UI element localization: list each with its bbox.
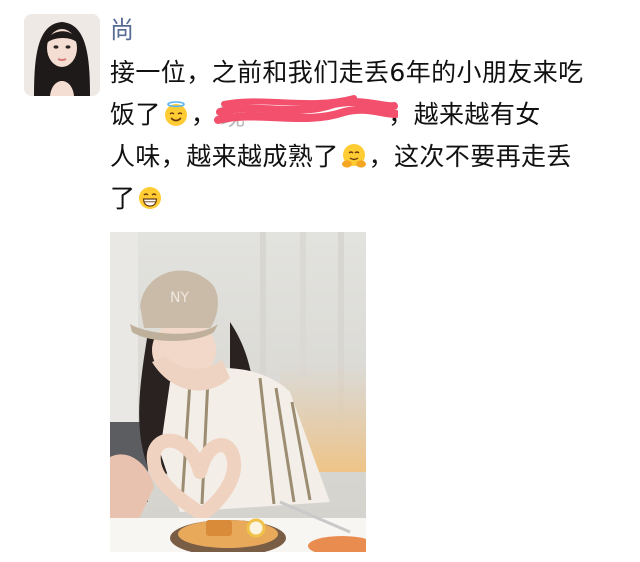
post-text-line-2: 饭了 ， 现 ，越来越有女 — [110, 94, 620, 136]
post-text-line-1: 接一位，之前和我们走丢6年的小朋友来吃 — [110, 52, 620, 94]
hugging-face-icon — [341, 144, 366, 168]
author-name[interactable]: 尚 — [110, 18, 134, 42]
post-text-segment: ， — [190, 100, 217, 129]
post-text: 接一位，之前和我们走丢6年的小朋友来吃 饭了 ， 现 ，越来越有女 人味，越来越… — [110, 52, 620, 220]
post-text-segment: ，这次不要再走丢 — [368, 142, 572, 171]
post-text-segment: 饭了 — [110, 100, 161, 129]
post-photo[interactable]: NY — [110, 232, 366, 552]
post-text-segment: 接一位，之前和我们走丢6年的小朋友来吃 — [110, 58, 584, 87]
post-text-segment: 了 — [110, 184, 136, 213]
avatar[interactable] — [24, 14, 100, 96]
post-text-line-4: 了 — [110, 178, 620, 220]
moments-post: 尚 接一位，之前和我们走丢6年的小朋友来吃 饭了 ， 现 ，越来越有女 人味，越… — [0, 0, 640, 562]
redacted-text: 现 — [214, 95, 399, 131]
avatar-portrait-icon — [24, 14, 100, 96]
post-text-segment: 人味，越来越成熟了 — [110, 142, 339, 171]
post-photo-image: NY — [110, 232, 366, 552]
svg-text:NY: NY — [170, 290, 189, 306]
smiling-face-with-halo-icon — [164, 101, 187, 126]
post-text-line-3: 人味，越来越成熟了 ，这次不要再走丢 — [110, 136, 620, 178]
redaction-scribble-icon — [214, 95, 399, 124]
post-text-segment: ，越来越有女 — [388, 100, 541, 129]
grinning-face-icon — [139, 187, 162, 209]
